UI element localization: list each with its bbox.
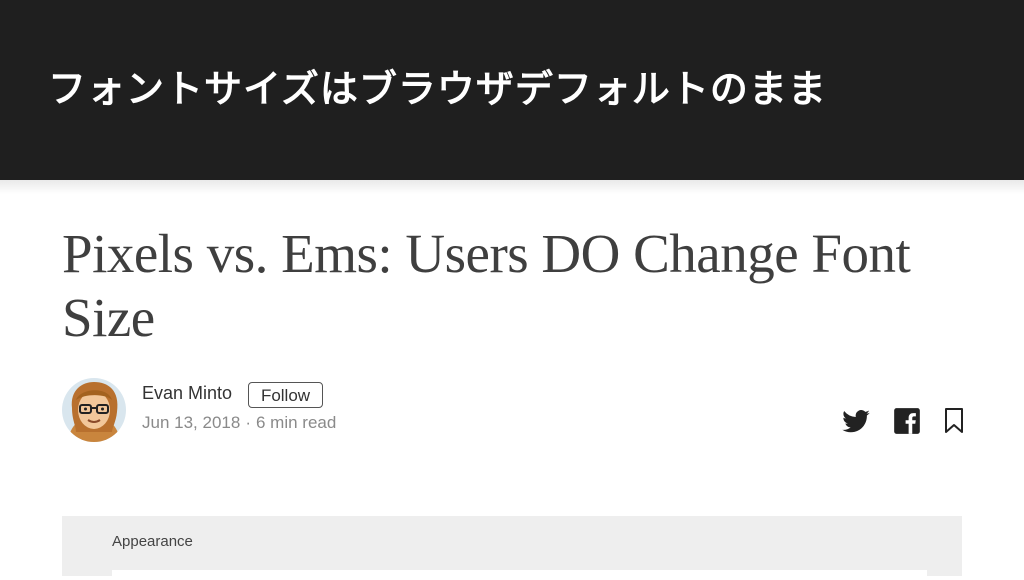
appearance-content xyxy=(112,570,927,580)
twitter-icon[interactable] xyxy=(840,407,872,441)
post-date: Jun 13, 2018 xyxy=(142,413,241,432)
bookmark-icon[interactable] xyxy=(944,407,964,439)
slide-banner: フォントサイズはブラウザデフォルトのまま xyxy=(0,0,1024,180)
read-time: 6 min read xyxy=(255,413,337,432)
avatar-image xyxy=(62,378,126,442)
follow-button[interactable]: Follow xyxy=(248,382,323,408)
facebook-icon[interactable] xyxy=(893,407,921,439)
banner-shadow xyxy=(0,180,1024,194)
article-title: Pixels vs. Ems: Users DO Change Font Siz… xyxy=(62,223,911,348)
appearance-label: Appearance xyxy=(112,533,193,550)
author-avatar[interactable] xyxy=(62,378,126,442)
appearance-panel: Appearance xyxy=(62,516,962,580)
post-meta: Jun 13, 2018 · 6 min read xyxy=(142,413,336,433)
meta-separator: · xyxy=(245,413,251,432)
banner-title: フォントサイズはブラウザデフォルトのまま xyxy=(48,67,827,111)
author-name[interactable]: Evan Minto xyxy=(142,383,232,404)
